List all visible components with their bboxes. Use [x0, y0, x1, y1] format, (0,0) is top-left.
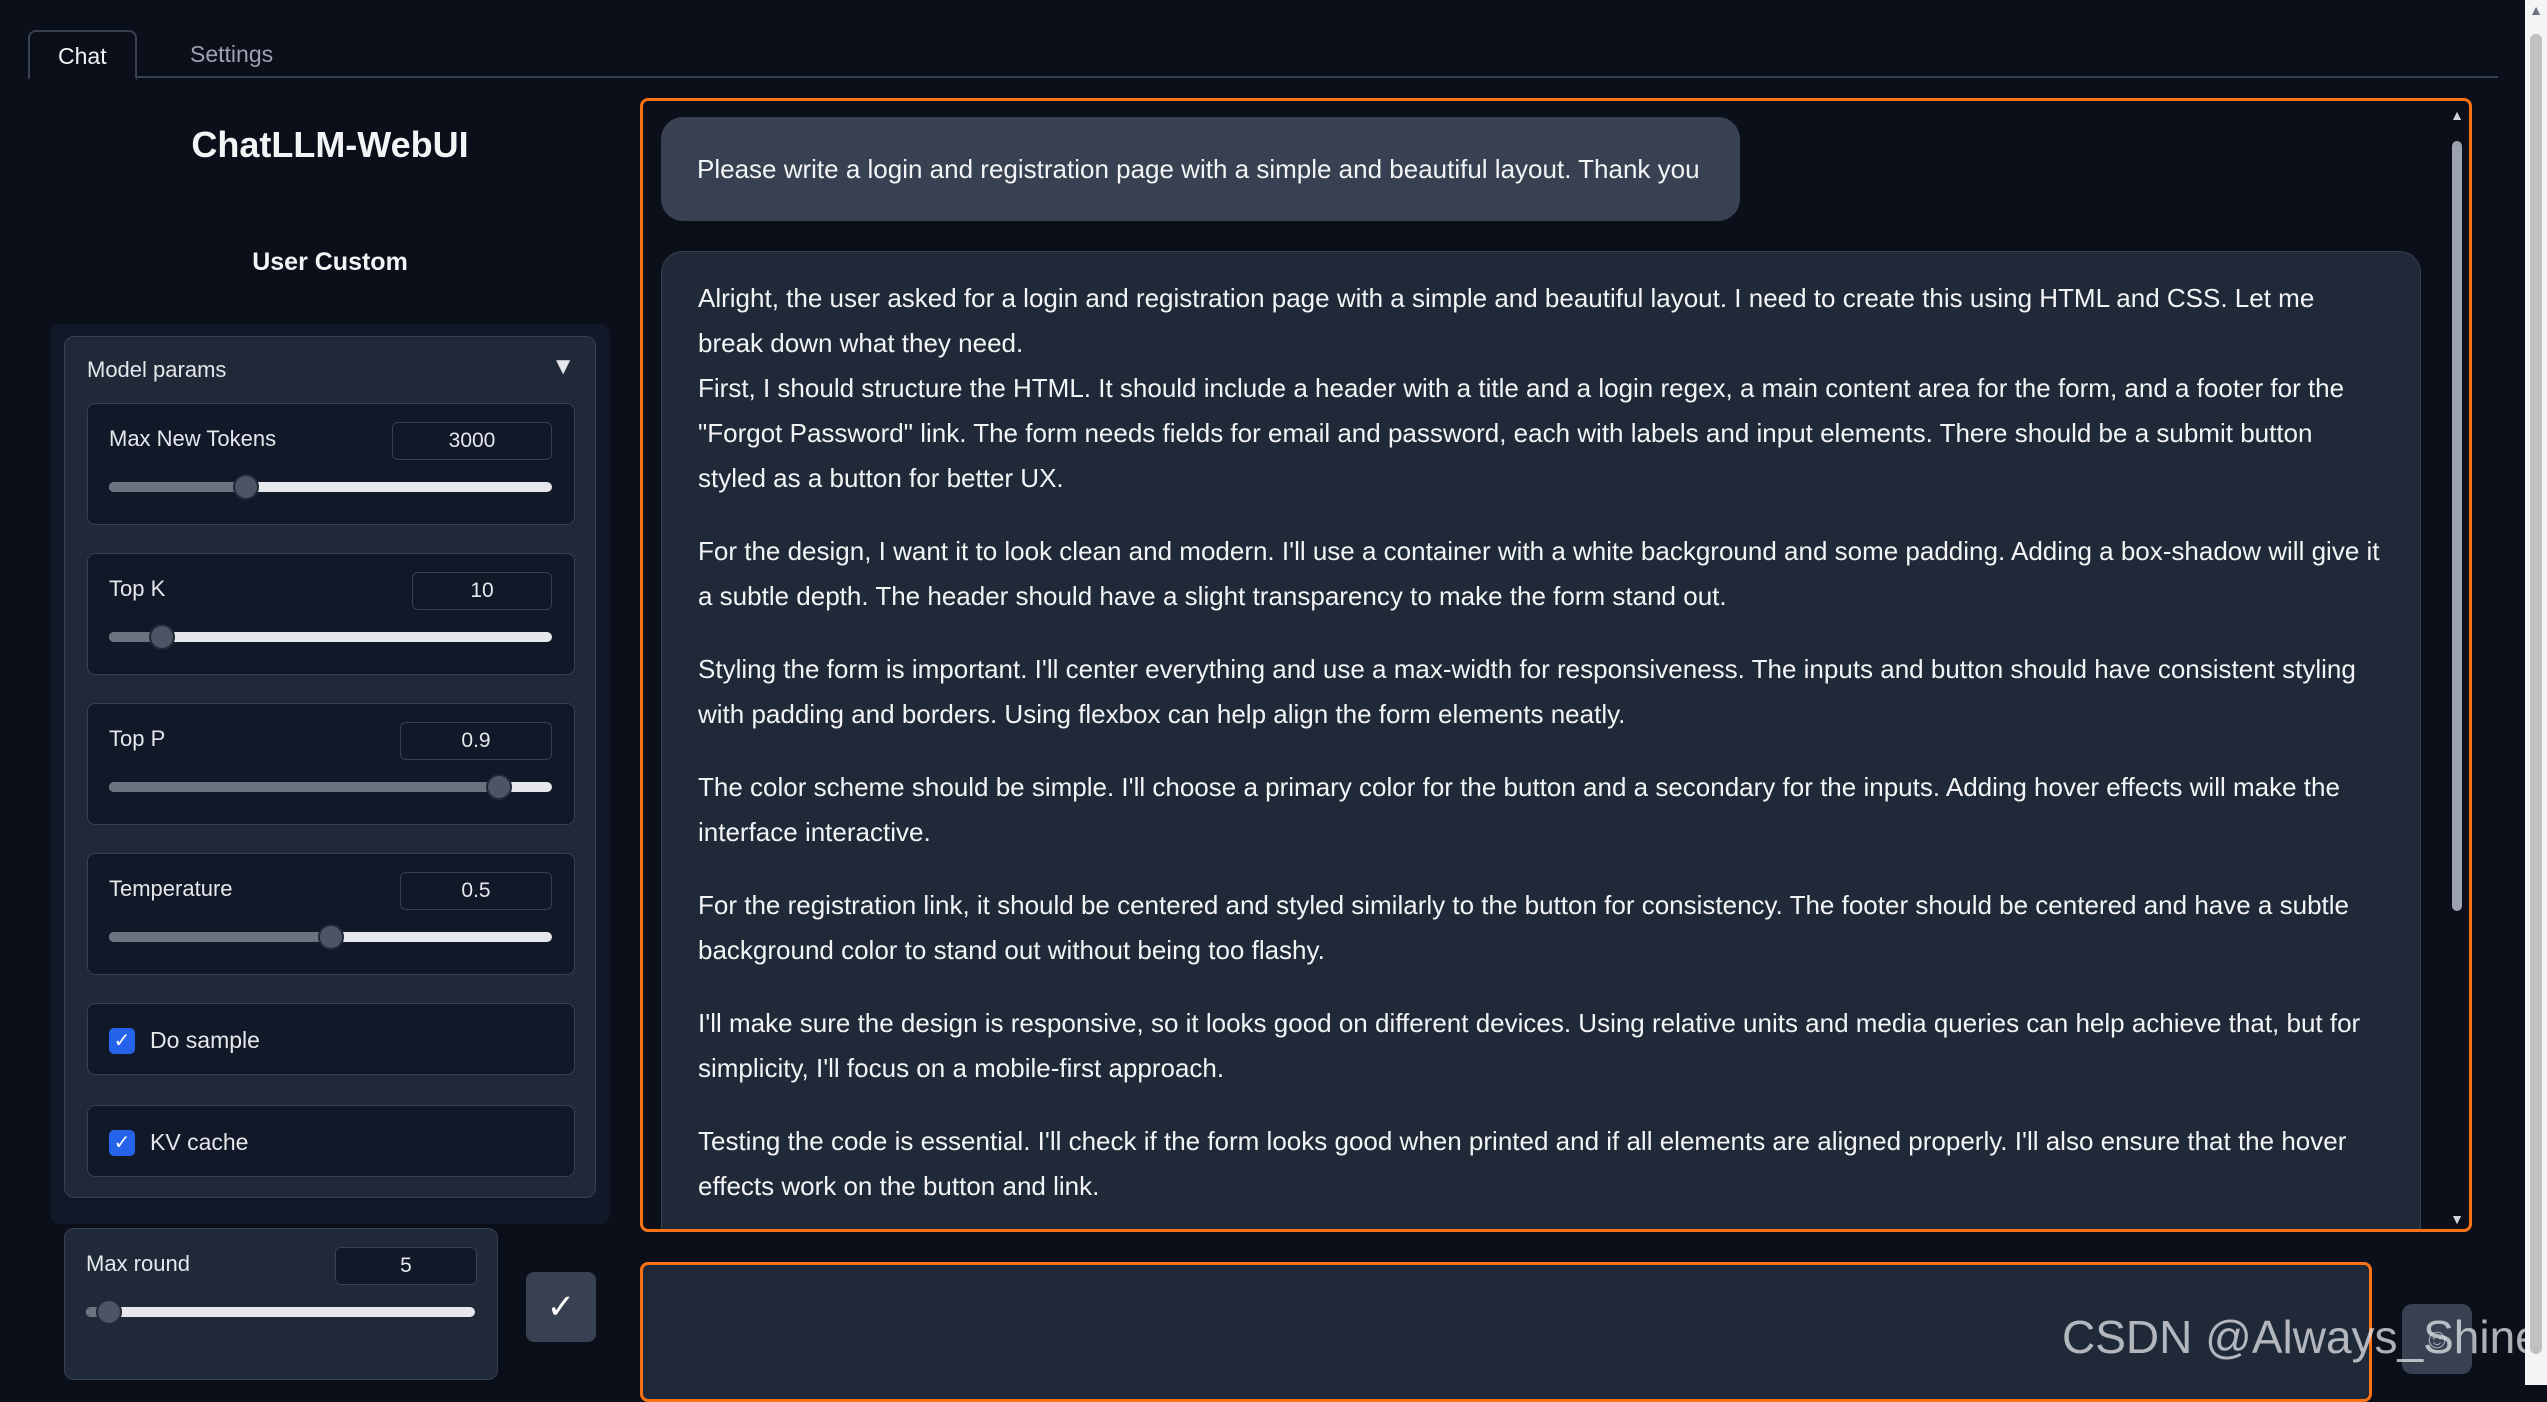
bot-message: Alright, the user asked for a login and …	[661, 251, 2421, 1229]
param-max-new-tokens: Max New Tokens 3000	[87, 403, 575, 525]
slider-thumb[interactable]	[149, 624, 176, 650]
bot-paragraph: The color scheme should be simple. I'll …	[698, 772, 2340, 847]
slider-thumb[interactable]	[317, 924, 344, 950]
chat-history: Please write a login and registration pa…	[640, 98, 2472, 1232]
slider-thumb[interactable]	[233, 474, 260, 500]
top-p-input[interactable]: 0.9	[400, 722, 552, 760]
user-message: Please write a login and registration pa…	[661, 117, 1740, 221]
model-params-accordion: Model params ▼ Max New Tokens 3000 Top K…	[64, 336, 596, 1198]
bot-paragraph: For the registration link, it should be …	[698, 890, 2349, 965]
top-p-slider[interactable]	[109, 774, 552, 800]
chat-scroll-thumb[interactable]	[2452, 141, 2462, 911]
param-label: Top K	[109, 576, 166, 601]
page-scrollbar[interactable]: ▲	[2525, 0, 2547, 1385]
param-temperature: Temperature 0.5	[87, 853, 575, 975]
tab-chat[interactable]: Chat	[28, 30, 137, 80]
watermark: CSDN @Always_Shine	[2062, 1311, 2541, 1363]
bot-paragraph: Alright, the user asked for a login and …	[698, 283, 2345, 493]
temperature-input[interactable]: 0.5	[400, 872, 552, 910]
max-round-input[interactable]: 5	[335, 1247, 477, 1285]
top-k-input[interactable]: 10	[412, 572, 552, 610]
temperature-slider[interactable]	[109, 924, 552, 950]
chat-scrollbar[interactable]: ▲ ▼	[2449, 107, 2465, 1227]
app-title: ChatLLM-WebUI	[191, 124, 469, 165]
do-sample-option: ✓ Do sample	[87, 1003, 575, 1075]
scroll-down-icon[interactable]: ▼	[2449, 1211, 2465, 1227]
tab-bar: Chat Settings	[28, 30, 2498, 80]
param-label: Temperature	[109, 876, 233, 901]
collapse-triangle-icon[interactable]: ▼	[551, 353, 575, 381]
do-sample-checkbox[interactable]: ✓	[109, 1028, 135, 1054]
max-round-block: Max round 5	[64, 1228, 498, 1380]
scroll-up-icon[interactable]: ▲	[2449, 107, 2465, 123]
param-top-p: Top P 0.9	[87, 703, 575, 825]
max-round-slider[interactable]	[86, 1299, 475, 1325]
page-scroll-up-icon[interactable]: ▲	[2525, 2, 2547, 18]
bot-paragraph: Testing the code is essential. I'll chec…	[698, 1126, 2347, 1201]
slider-fill	[109, 932, 331, 942]
params-panel: Model params ▼ Max New Tokens 3000 Top K…	[50, 324, 610, 1224]
slider-fill	[109, 482, 247, 492]
param-label: Top P	[109, 726, 166, 751]
max-new-tokens-input[interactable]: 3000	[392, 422, 552, 460]
submit-check-button[interactable]: ✓	[526, 1272, 596, 1342]
accordion-title[interactable]: Model params	[87, 357, 226, 383]
checkbox-label: KV cache	[150, 1129, 249, 1155]
param-label: Max New Tokens	[109, 426, 277, 451]
slider-fill	[109, 782, 499, 792]
kv-cache-option: ✓ KV cache	[87, 1105, 575, 1177]
kv-cache-checkbox[interactable]: ✓	[109, 1130, 135, 1156]
slider-thumb[interactable]	[485, 774, 512, 800]
tab-settings[interactable]: Settings	[162, 30, 301, 78]
bot-paragraph: I'll make sure the design is responsive,…	[698, 1008, 2361, 1083]
checkbox-label: Do sample	[150, 1027, 260, 1053]
top-k-slider[interactable]	[109, 624, 552, 650]
section-title: User Custom	[252, 248, 408, 276]
bot-paragraph: For the design, I want it to look clean …	[698, 536, 2380, 611]
bot-paragraph: Styling the form is important. I'll cent…	[698, 654, 2356, 729]
page-scroll-thumb[interactable]	[2530, 34, 2542, 1354]
slider-thumb[interactable]	[96, 1299, 123, 1325]
param-label: Max round	[86, 1251, 190, 1276]
param-top-k: Top K 10	[87, 553, 575, 675]
max-new-tokens-slider[interactable]	[109, 474, 552, 500]
